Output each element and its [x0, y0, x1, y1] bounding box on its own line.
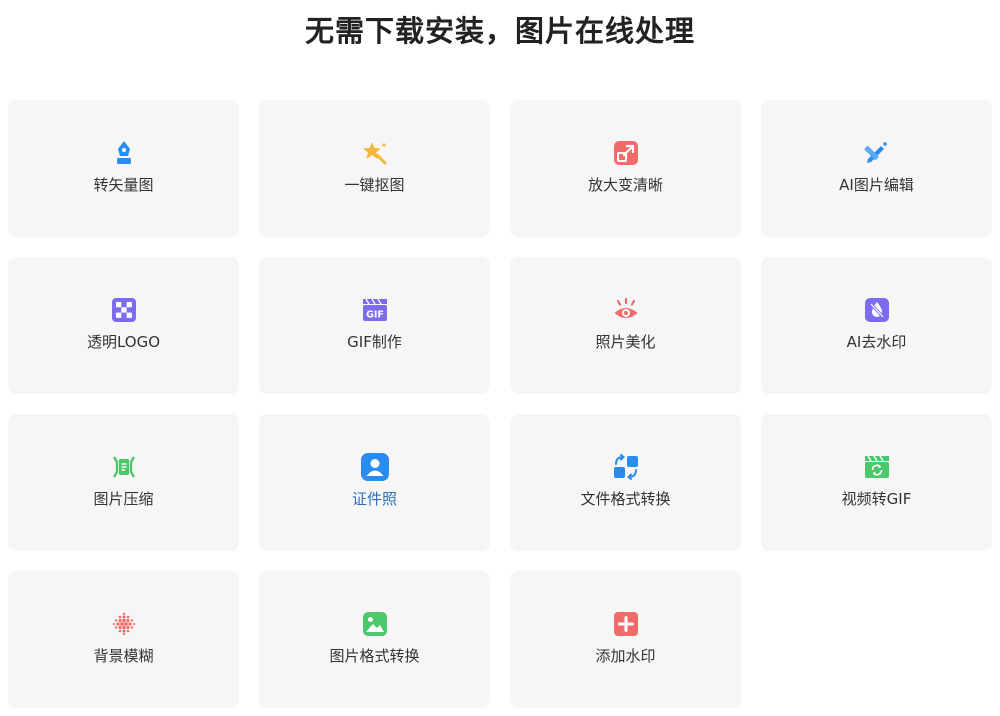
tool-card-background-blur[interactable]: 背景模糊	[8, 571, 239, 708]
compress-icon	[109, 452, 139, 482]
tool-card-ai-edit[interactable]: AI图片编辑	[761, 100, 992, 237]
magic-star-icon	[360, 138, 390, 168]
vector-pen-icon	[109, 138, 139, 168]
tool-card-video-to-gif[interactable]: 视频转GIF	[761, 414, 992, 551]
svg-text:GIF: GIF	[366, 310, 384, 321]
checkerboard-icon	[109, 295, 139, 325]
enlarge-arrow-icon	[611, 138, 641, 168]
tool-label: 透明LOGO	[86, 333, 161, 351]
tool-card-add-watermark[interactable]: 添加水印	[510, 571, 741, 708]
page-title: 无需下载安装，图片在线处理	[304, 14, 695, 48]
tool-card-ai-remove-watermark[interactable]: AI去水印	[761, 257, 992, 394]
tool-label: 图片压缩	[93, 490, 154, 508]
tool-label: 照片美化	[595, 333, 656, 351]
eye-icon	[611, 295, 641, 325]
tool-card-vector[interactable]: 转矢量图	[8, 100, 239, 237]
tool-label: GIF制作	[347, 333, 402, 351]
plus-square-icon	[611, 609, 641, 639]
tool-label: 背景模糊	[93, 647, 154, 665]
tool-label: 视频转GIF	[841, 490, 912, 508]
tool-card-upscale[interactable]: 放大变清晰	[510, 100, 741, 237]
page: 无需下载安装，图片在线处理 转矢量图 一键抠图 放大变清晰 AI图片编辑 透明L…	[0, 0, 1000, 716]
image-icon	[360, 609, 390, 639]
tool-label: 转矢量图	[93, 176, 154, 194]
file-convert-icon	[611, 452, 641, 482]
tool-label: AI去水印	[846, 333, 907, 351]
tool-card-id-photo[interactable]: 证件照	[259, 414, 490, 551]
tool-card-transparent-logo[interactable]: 透明LOGO	[8, 257, 239, 394]
tool-card-photo-beautify[interactable]: 照片美化	[510, 257, 741, 394]
tool-label: 证件照	[351, 490, 397, 508]
tool-label: 文件格式转换	[580, 490, 671, 508]
tool-label: AI图片编辑	[839, 176, 914, 194]
gif-clapper-icon: GIF	[360, 295, 390, 325]
tool-card-cutout[interactable]: 一键抠图	[259, 100, 490, 237]
tool-card-gif-maker[interactable]: GIF GIF制作	[259, 257, 490, 394]
tool-label: 一键抠图	[344, 176, 405, 194]
dot-blur-icon	[109, 609, 139, 639]
droplet-off-icon	[862, 295, 892, 325]
pencil-ruler-icon	[862, 138, 892, 168]
tool-card-image-compress[interactable]: 图片压缩	[8, 414, 239, 551]
tool-label: 图片格式转换	[329, 647, 420, 665]
tool-card-image-format-convert[interactable]: 图片格式转换	[259, 571, 490, 708]
video-convert-icon	[862, 452, 892, 482]
tool-card-file-format-convert[interactable]: 文件格式转换	[510, 414, 741, 551]
id-photo-icon	[360, 452, 390, 482]
tool-grid: 转矢量图 一键抠图 放大变清晰 AI图片编辑 透明LOGO GIF GIF制作 …	[8, 100, 992, 708]
tool-label: 添加水印	[595, 647, 656, 665]
tool-label: 放大变清晰	[587, 176, 663, 194]
